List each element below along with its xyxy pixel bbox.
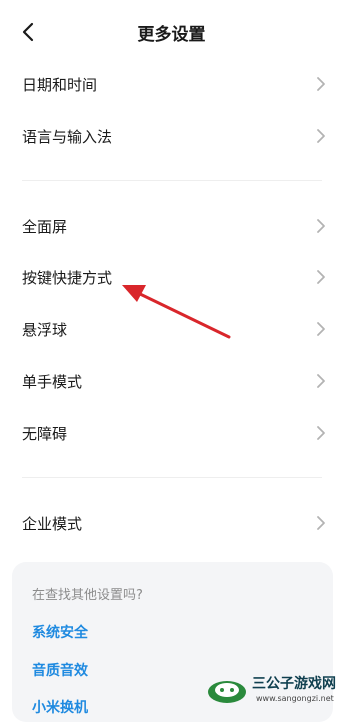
settings-row-date-time[interactable]: 日期和时间 <box>0 58 343 110</box>
chevron-right-icon <box>317 270 325 284</box>
settings-row-fullscreen[interactable]: 全面屏 <box>0 200 343 252</box>
suggestion-link-sound-quality[interactable]: 音质音效 <box>32 660 88 680</box>
watermark-url: www.sangongzi.net <box>256 694 334 703</box>
row-label: 日期和时间 <box>22 75 98 94</box>
suggestion-hint: 在查找其他设置吗? <box>32 588 143 603</box>
watermark: 三公子游戏网 www.sangongzi.net <box>206 670 343 710</box>
section-divider <box>22 180 322 181</box>
settings-row-button-shortcuts[interactable]: 按键快捷方式 <box>0 251 343 303</box>
watermark-name: 三公子游戏网 <box>252 676 336 692</box>
chevron-right-icon <box>317 77 325 91</box>
suggestion-link-system-security[interactable]: 系统安全 <box>32 622 88 642</box>
row-label: 无障碍 <box>22 424 68 443</box>
chevron-right-icon <box>317 374 325 388</box>
row-label: 按键快捷方式 <box>22 268 113 287</box>
chevron-right-icon <box>317 129 325 143</box>
row-label: 全面屏 <box>22 217 68 236</box>
settings-row-floating-ball[interactable]: 悬浮球 <box>0 303 343 355</box>
site-logo-icon <box>208 681 246 703</box>
chevron-right-icon <box>317 516 325 530</box>
header-bar: 更多设置 <box>0 0 343 64</box>
row-label: 悬浮球 <box>22 320 68 339</box>
row-label: 企业模式 <box>22 514 83 533</box>
chevron-right-icon <box>317 426 325 440</box>
settings-row-one-handed-mode[interactable]: 单手模式 <box>0 355 343 407</box>
suggestion-link-phone-migration[interactable]: 小米换机 <box>32 697 88 717</box>
chevron-right-icon <box>317 219 325 233</box>
chevron-right-icon <box>317 322 325 336</box>
page-title: 更多设置 <box>137 25 206 45</box>
settings-row-language-input[interactable]: 语言与输入法 <box>0 110 343 162</box>
section-divider <box>22 477 322 478</box>
settings-row-enterprise-mode[interactable]: 企业模式 <box>0 497 343 549</box>
settings-row-accessibility[interactable]: 无障碍 <box>0 407 343 459</box>
row-label: 单手模式 <box>22 372 83 391</box>
row-label: 语言与输入法 <box>22 127 113 146</box>
